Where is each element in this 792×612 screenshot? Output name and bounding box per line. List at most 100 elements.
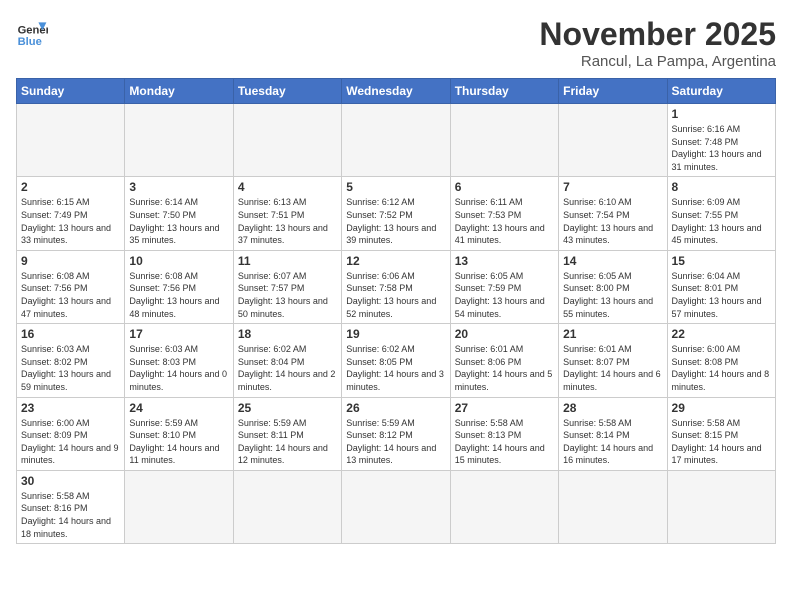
day-info: Sunrise: 6:10 AMSunset: 7:54 PMDaylight:… <box>563 196 662 246</box>
day-number: 28 <box>563 401 662 415</box>
day-info: Sunrise: 6:08 AMSunset: 7:56 PMDaylight:… <box>129 270 228 320</box>
day-info: Sunrise: 5:58 AMSunset: 8:15 PMDaylight:… <box>672 417 771 467</box>
calendar-cell <box>667 470 775 543</box>
day-info: Sunrise: 6:03 AMSunset: 8:03 PMDaylight:… <box>129 343 228 393</box>
weekday-header-friday: Friday <box>559 79 667 104</box>
day-info: Sunrise: 6:04 AMSunset: 8:01 PMDaylight:… <box>672 270 771 320</box>
day-info: Sunrise: 6:01 AMSunset: 8:06 PMDaylight:… <box>455 343 554 393</box>
calendar-cell: 22 Sunrise: 6:00 AMSunset: 8:08 PMDayligh… <box>667 324 775 397</box>
weekday-header-saturday: Saturday <box>667 79 775 104</box>
day-number: 6 <box>455 180 554 194</box>
calendar-cell: 17 Sunrise: 6:03 AMSunset: 8:03 PMDayligh… <box>125 324 233 397</box>
day-info: Sunrise: 6:00 AMSunset: 8:09 PMDaylight:… <box>21 417 120 467</box>
calendar-cell: 26 Sunrise: 5:59 AMSunset: 8:12 PMDayligh… <box>342 397 450 470</box>
day-number: 5 <box>346 180 445 194</box>
calendar-cell <box>233 470 341 543</box>
calendar-cell: 12 Sunrise: 6:06 AMSunset: 7:58 PMDayligh… <box>342 250 450 323</box>
logo: General Blue <box>16 16 48 48</box>
day-number: 11 <box>238 254 337 268</box>
calendar-cell: 24Sunrise: 5:59 AMSunset: 8:10 PMDayligh… <box>125 397 233 470</box>
day-info: Sunrise: 6:07 AMSunset: 7:57 PMDaylight:… <box>238 270 337 320</box>
calendar-cell: 27Sunrise: 5:58 AMSunset: 8:13 PMDayligh… <box>450 397 558 470</box>
day-info: Sunrise: 5:58 AMSunset: 8:14 PMDaylight:… <box>563 417 662 467</box>
day-number: 26 <box>346 401 445 415</box>
title-block: November 2025 Rancul, La Pampa, Argentin… <box>539 16 776 70</box>
logo-icon: General Blue <box>16 16 48 48</box>
day-info: Sunrise: 6:01 AMSunset: 8:07 PMDaylight:… <box>563 343 662 393</box>
svg-text:Blue: Blue <box>18 36 42 48</box>
day-number: 12 <box>346 254 445 268</box>
day-info: Sunrise: 6:09 AMSunset: 7:55 PMDaylight:… <box>672 196 771 246</box>
day-number: 17 <box>129 327 228 341</box>
day-number: 21 <box>563 327 662 341</box>
calendar-cell <box>233 104 341 177</box>
calendar-cell: 6 Sunrise: 6:11 AMSunset: 7:53 PMDaylight… <box>450 177 558 250</box>
day-info: Sunrise: 6:05 AMSunset: 8:00 PMDaylight:… <box>563 270 662 320</box>
calendar-cell: 30Sunrise: 5:58 AMSunset: 8:16 PMDayligh… <box>17 470 125 543</box>
day-info: Sunrise: 6:11 AMSunset: 7:53 PMDaylight:… <box>455 196 554 246</box>
location-title: Rancul, La Pampa, Argentina <box>539 53 776 70</box>
day-info: Sunrise: 6:06 AMSunset: 7:58 PMDaylight:… <box>346 270 445 320</box>
calendar-cell: 1Sunrise: 6:16 AMSunset: 7:48 PMDaylight… <box>667 104 775 177</box>
calendar-cell: 5 Sunrise: 6:12 AMSunset: 7:52 PMDaylight… <box>342 177 450 250</box>
day-number: 14 <box>563 254 662 268</box>
calendar-cell: 14 Sunrise: 6:05 AMSunset: 8:00 PMDayligh… <box>559 250 667 323</box>
day-number: 9 <box>21 254 120 268</box>
calendar-cell <box>450 470 558 543</box>
calendar-cell: 15 Sunrise: 6:04 AMSunset: 8:01 PMDayligh… <box>667 250 775 323</box>
day-number: 15 <box>672 254 771 268</box>
day-number: 7 <box>563 180 662 194</box>
calendar-week-6: 30Sunrise: 5:58 AMSunset: 8:16 PMDayligh… <box>17 470 776 543</box>
calendar-week-1: 1Sunrise: 6:16 AMSunset: 7:48 PMDaylight… <box>17 104 776 177</box>
day-number: 16 <box>21 327 120 341</box>
calendar-cell <box>559 470 667 543</box>
day-number: 19 <box>346 327 445 341</box>
weekday-header-tuesday: Tuesday <box>233 79 341 104</box>
day-info: Sunrise: 5:59 AMSunset: 8:10 PMDaylight:… <box>129 417 228 467</box>
calendar-table: SundayMondayTuesdayWednesdayThursdayFrid… <box>16 78 776 544</box>
calendar-cell: 8Sunrise: 6:09 AMSunset: 7:55 PMDaylight… <box>667 177 775 250</box>
day-number: 29 <box>672 401 771 415</box>
calendar-cell: 25 Sunrise: 5:59 AMSunset: 8:11 PMDayligh… <box>233 397 341 470</box>
day-number: 3 <box>129 180 228 194</box>
calendar-cell <box>125 470 233 543</box>
day-number: 27 <box>455 401 554 415</box>
calendar-cell: 10Sunrise: 6:08 AMSunset: 7:56 PMDayligh… <box>125 250 233 323</box>
day-info: Sunrise: 6:15 AMSunset: 7:49 PMDaylight:… <box>21 196 120 246</box>
day-number: 20 <box>455 327 554 341</box>
calendar-cell: 18Sunrise: 6:02 AMSunset: 8:04 PMDayligh… <box>233 324 341 397</box>
calendar-cell: 7 Sunrise: 6:10 AMSunset: 7:54 PMDaylight… <box>559 177 667 250</box>
day-number: 2 <box>21 180 120 194</box>
calendar-cell: 23 Sunrise: 6:00 AMSunset: 8:09 PMDayligh… <box>17 397 125 470</box>
day-number: 22 <box>672 327 771 341</box>
calendar-week-5: 23 Sunrise: 6:00 AMSunset: 8:09 PMDayligh… <box>17 397 776 470</box>
calendar-cell: 28 Sunrise: 5:58 AMSunset: 8:14 PMDayligh… <box>559 397 667 470</box>
day-info: Sunrise: 6:14 AMSunset: 7:50 PMDaylight:… <box>129 196 228 246</box>
day-number: 23 <box>21 401 120 415</box>
day-number: 18 <box>238 327 337 341</box>
day-number: 25 <box>238 401 337 415</box>
calendar-cell: 16 Sunrise: 6:03 AMSunset: 8:02 PMDayligh… <box>17 324 125 397</box>
calendar-cell: 3 Sunrise: 6:14 AMSunset: 7:50 PMDaylight… <box>125 177 233 250</box>
day-info: Sunrise: 6:05 AMSunset: 7:59 PMDaylight:… <box>455 270 554 320</box>
day-info: Sunrise: 5:59 AMSunset: 8:11 PMDaylight:… <box>238 417 337 467</box>
day-info: Sunrise: 6:02 AMSunset: 8:05 PMDaylight:… <box>346 343 445 393</box>
day-number: 13 <box>455 254 554 268</box>
calendar-cell: 2 Sunrise: 6:15 AMSunset: 7:49 PMDaylight… <box>17 177 125 250</box>
calendar-cell: 29 Sunrise: 5:58 AMSunset: 8:15 PMDayligh… <box>667 397 775 470</box>
month-title: November 2025 <box>539 16 776 53</box>
calendar-cell: 19 Sunrise: 6:02 AMSunset: 8:05 PMDayligh… <box>342 324 450 397</box>
calendar-cell: 11 Sunrise: 6:07 AMSunset: 7:57 PMDayligh… <box>233 250 341 323</box>
weekday-header-row: SundayMondayTuesdayWednesdayThursdayFrid… <box>17 79 776 104</box>
day-info: Sunrise: 6:12 AMSunset: 7:52 PMDaylight:… <box>346 196 445 246</box>
day-info: Sunrise: 6:00 AMSunset: 8:08 PMDaylight:… <box>672 343 771 393</box>
day-info: Sunrise: 6:03 AMSunset: 8:02 PMDaylight:… <box>21 343 120 393</box>
day-info: Sunrise: 5:59 AMSunset: 8:12 PMDaylight:… <box>346 417 445 467</box>
calendar-cell: 13 Sunrise: 6:05 AMSunset: 7:59 PMDayligh… <box>450 250 558 323</box>
calendar-cell: 9Sunrise: 6:08 AMSunset: 7:56 PMDaylight… <box>17 250 125 323</box>
day-number: 4 <box>238 180 337 194</box>
calendar-cell <box>17 104 125 177</box>
weekday-header-monday: Monday <box>125 79 233 104</box>
calendar-week-2: 2 Sunrise: 6:15 AMSunset: 7:49 PMDaylight… <box>17 177 776 250</box>
page-header: General Blue November 2025 Rancul, La Pa… <box>16 16 776 70</box>
